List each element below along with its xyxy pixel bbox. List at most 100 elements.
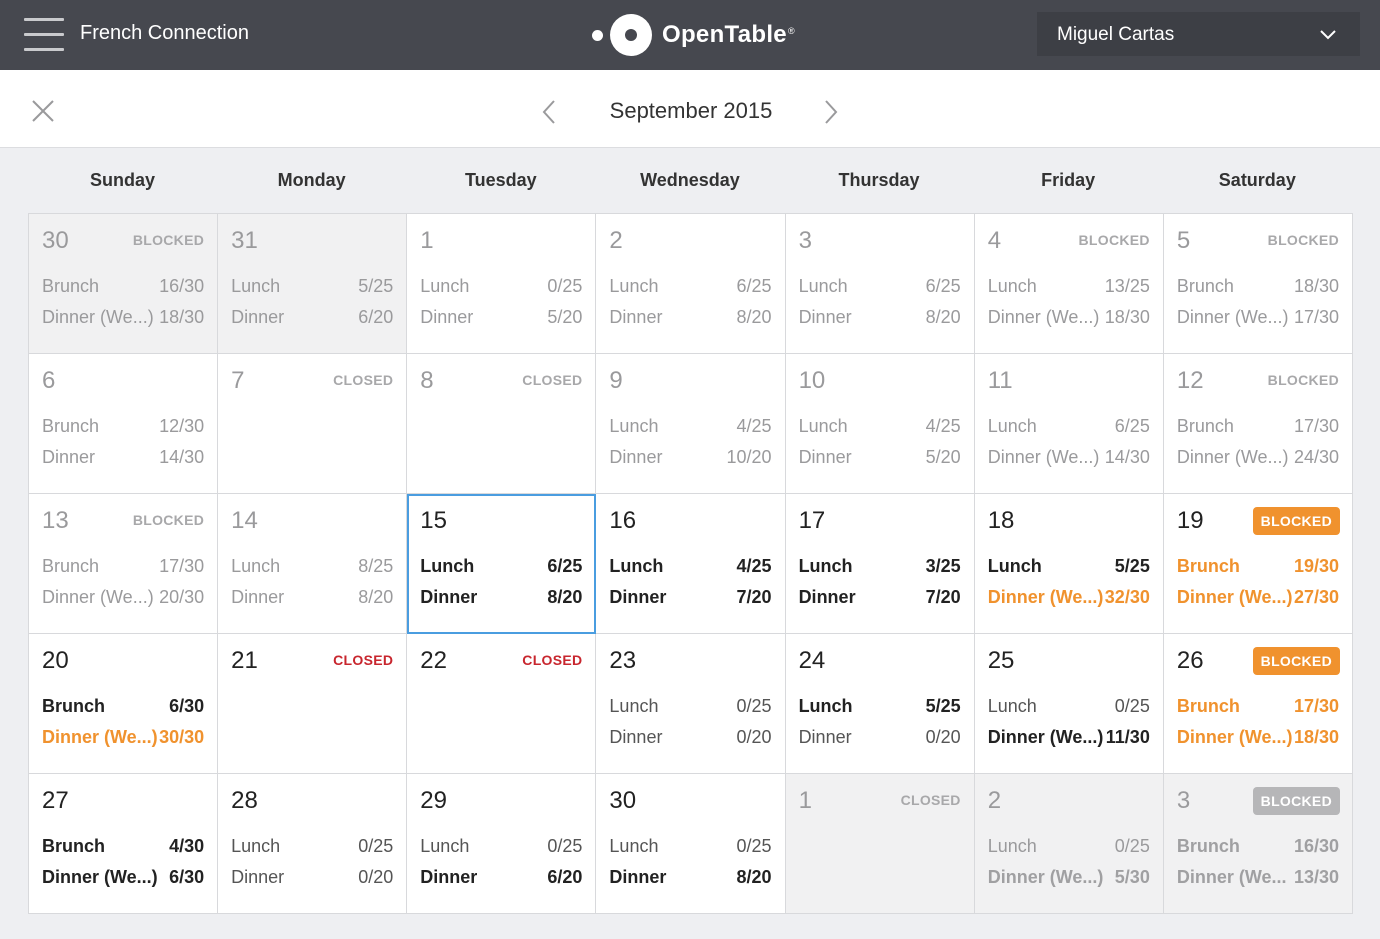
- day-number: 21: [231, 647, 258, 674]
- shift-label: Dinner (We...): [42, 307, 154, 327]
- shift-row: Dinner (We...) 20/30: [42, 587, 204, 611]
- shift-label: Brunch: [42, 416, 100, 436]
- chevron-right-icon[interactable]: [820, 98, 842, 126]
- calendar-day-cell[interactable]: 11 Lunch 6/25 Dinner (We...) 14/30: [974, 354, 1164, 494]
- shift-row: Dinner (We...) 17/30: [1177, 307, 1339, 331]
- calendar-day-cell[interactable]: 30 BLOCKED Brunch 16/30 Dinner (We...) 18/30: [29, 214, 219, 354]
- calendar-day-cell[interactable]: 8 CLOSED: [407, 354, 597, 494]
- calendar-day-cell[interactable]: 1 Lunch 0/25 Dinner 5/20: [407, 214, 597, 354]
- shift-row: Lunch 6/25: [609, 276, 771, 300]
- shift-row: Dinner 8/20: [420, 587, 582, 611]
- shift-covers: 27/30: [1293, 587, 1339, 607]
- calendar-day-cell[interactable]: 5 BLOCKED Brunch 18/30 Dinner (We...) 17/30: [1163, 214, 1353, 354]
- calendar-day-cell[interactable]: 22 CLOSED: [407, 634, 597, 774]
- shift-label: Brunch: [1176, 556, 1240, 576]
- calendar-day-cell[interactable]: 9 Lunch 4/25 Dinner 10/20: [596, 354, 786, 494]
- calendar-day-cell[interactable]: 14 Lunch 8/25 Dinner 8/20: [218, 494, 408, 634]
- shift-covers: 6/20: [547, 867, 583, 887]
- calendar-day-cell[interactable]: 17 Lunch 3/25 Dinner 7/20: [785, 494, 975, 634]
- shift-label: Dinner: [420, 587, 478, 607]
- calendar-day-cell[interactable]: 23 Lunch 0/25 Dinner 0/20: [596, 634, 786, 774]
- shift-row: Brunch 17/30: [1177, 696, 1339, 720]
- day-number: 26: [1176, 647, 1204, 674]
- day-number: 1: [798, 787, 812, 814]
- day-number: 30: [609, 787, 637, 814]
- shift-covers: 16/30: [1293, 836, 1339, 856]
- calendar-day-cell[interactable]: 21 CLOSED: [218, 634, 408, 774]
- calendar-day-cell[interactable]: 7 CLOSED: [218, 354, 408, 494]
- shift-row: Dinner 7/20: [609, 587, 771, 611]
- weekday-saturday: Saturday: [1218, 170, 1296, 190]
- month-title: September 2015: [609, 98, 773, 123]
- shift-row: Lunch 4/25: [609, 416, 771, 440]
- calendar-day-cell[interactable]: 28 Lunch 0/25 Dinner 0/20: [218, 774, 408, 914]
- calendar-day-cell[interactable]: 3 Lunch 6/25 Dinner 8/20: [785, 214, 975, 354]
- calendar-day-cell[interactable]: 2 Lunch 0/25 Dinner (We...) 5/30: [974, 774, 1164, 914]
- shift-row: Dinner 0/20: [231, 867, 393, 891]
- logo-big-dot-icon: [610, 14, 652, 56]
- calendar-day-cell[interactable]: 26 BLOCKED Brunch 17/30 Dinner (We...) 18/30: [1163, 634, 1353, 774]
- shift-row: Lunch 3/25: [799, 556, 961, 580]
- calendar-day-cell[interactable]: 6 Brunch 12/30 Dinner 14/30: [29, 354, 219, 494]
- shift-label: Lunch: [798, 696, 853, 716]
- shift-label: Dinner: [609, 867, 667, 887]
- shift-covers: 24/30: [1293, 447, 1339, 467]
- shift-covers: 12/30: [159, 416, 205, 436]
- shift-label: Brunch: [1176, 276, 1234, 296]
- day-number: 23: [609, 647, 637, 674]
- day-number: 15: [420, 507, 447, 534]
- hamburger-menu-icon[interactable]: [24, 18, 64, 52]
- shift-covers: 11/30: [1105, 727, 1150, 747]
- calendar-day-cell[interactable]: 16 Lunch 4/25 Dinner 7/20: [596, 494, 786, 634]
- calendar-day-cell[interactable]: 1 CLOSED: [785, 774, 975, 914]
- calendar-day-cell[interactable]: 29 Lunch 0/25 Dinner 6/20: [407, 774, 597, 914]
- shift-label: Dinner (We...): [42, 727, 158, 747]
- shift-covers: 8/20: [736, 307, 772, 327]
- calendar-day-cell[interactable]: 20 Brunch 6/30 Dinner (We...) 30/30: [29, 634, 219, 774]
- calendar-day-cell-today[interactable]: 15 Lunch 6/25 Dinner 8/20: [407, 494, 597, 634]
- shift-covers: 0/25: [547, 276, 583, 296]
- user-dropdown[interactable]: Miguel Cartas: [1037, 12, 1360, 56]
- shift-covers: 17/30: [1293, 416, 1339, 436]
- calendar-day-cell[interactable]: 3 BLOCKED Brunch 16/30 Dinner (We... 13/30: [1163, 774, 1353, 914]
- day-number: 5: [1176, 227, 1191, 254]
- blocked-badge: BLOCKED: [1252, 787, 1340, 815]
- shift-row: Brunch 19/30: [1177, 556, 1339, 580]
- calendar-day-cell[interactable]: 30 Lunch 0/25 Dinner 8/20: [596, 774, 786, 914]
- shift-label: Lunch: [609, 696, 659, 716]
- shift-covers: 0/25: [736, 836, 772, 856]
- calendar-header: September 2015: [0, 70, 1380, 148]
- blocked-badge: BLOCKED: [1252, 647, 1340, 675]
- shift-label: Brunch: [1176, 696, 1240, 716]
- shift-covers: 8/20: [547, 587, 583, 607]
- blocked-badge: BLOCKED: [1267, 232, 1339, 248]
- shift-row: Dinner 8/20: [609, 307, 771, 331]
- blocked-badge: BLOCKED: [1252, 507, 1340, 535]
- closed-status: CLOSED: [522, 372, 583, 388]
- calendar-day-cell[interactable]: 19 BLOCKED Brunch 19/30 Dinner (We...) 27/30: [1163, 494, 1353, 634]
- calendar-day-cell[interactable]: 25 Lunch 0/25 Dinner (We...) 11/30: [974, 634, 1164, 774]
- shift-label: Dinner (We...): [42, 587, 154, 607]
- day-number: 9: [609, 367, 623, 394]
- calendar-day-cell[interactable]: 13 BLOCKED Brunch 17/30 Dinner (We...) 20/30: [29, 494, 219, 634]
- calendar-day-cell[interactable]: 4 BLOCKED Lunch 13/25 Dinner (We...) 18/30: [974, 214, 1164, 354]
- close-icon[interactable]: [31, 99, 55, 123]
- calendar-day-cell[interactable]: 31 Lunch 5/25 Dinner 6/20: [218, 214, 408, 354]
- calendar-day-cell[interactable]: 2 Lunch 6/25 Dinner 8/20: [596, 214, 786, 354]
- calendar-day-cell[interactable]: 27 Brunch 4/30 Dinner (We...) 6/30: [29, 774, 219, 914]
- closed-status: CLOSED: [333, 372, 394, 388]
- shift-label: Lunch: [609, 836, 659, 856]
- chevron-left-icon[interactable]: [538, 98, 560, 126]
- shift-row: Dinner (We...) 27/30: [1177, 587, 1339, 611]
- shift-label: Dinner (We...): [987, 727, 1104, 747]
- calendar-day-cell[interactable]: 18 Lunch 5/25 Dinner (We...) 32/30: [974, 494, 1164, 634]
- calendar-day-cell[interactable]: 10 Lunch 4/25 Dinner 5/20: [785, 354, 975, 494]
- shift-row: Brunch 4/30: [42, 836, 204, 860]
- shift-label: Dinner: [798, 307, 852, 327]
- shift-covers: 6/25: [736, 276, 772, 296]
- calendar-day-cell[interactable]: 24 Lunch 5/25 Dinner 0/20: [785, 634, 975, 774]
- shift-row: Brunch 17/30: [42, 556, 204, 580]
- shift-covers: 17/30: [1293, 307, 1339, 327]
- calendar-day-cell[interactable]: 12 BLOCKED Brunch 17/30 Dinner (We...) 24/30: [1163, 354, 1353, 494]
- closed-status: CLOSED: [900, 792, 961, 808]
